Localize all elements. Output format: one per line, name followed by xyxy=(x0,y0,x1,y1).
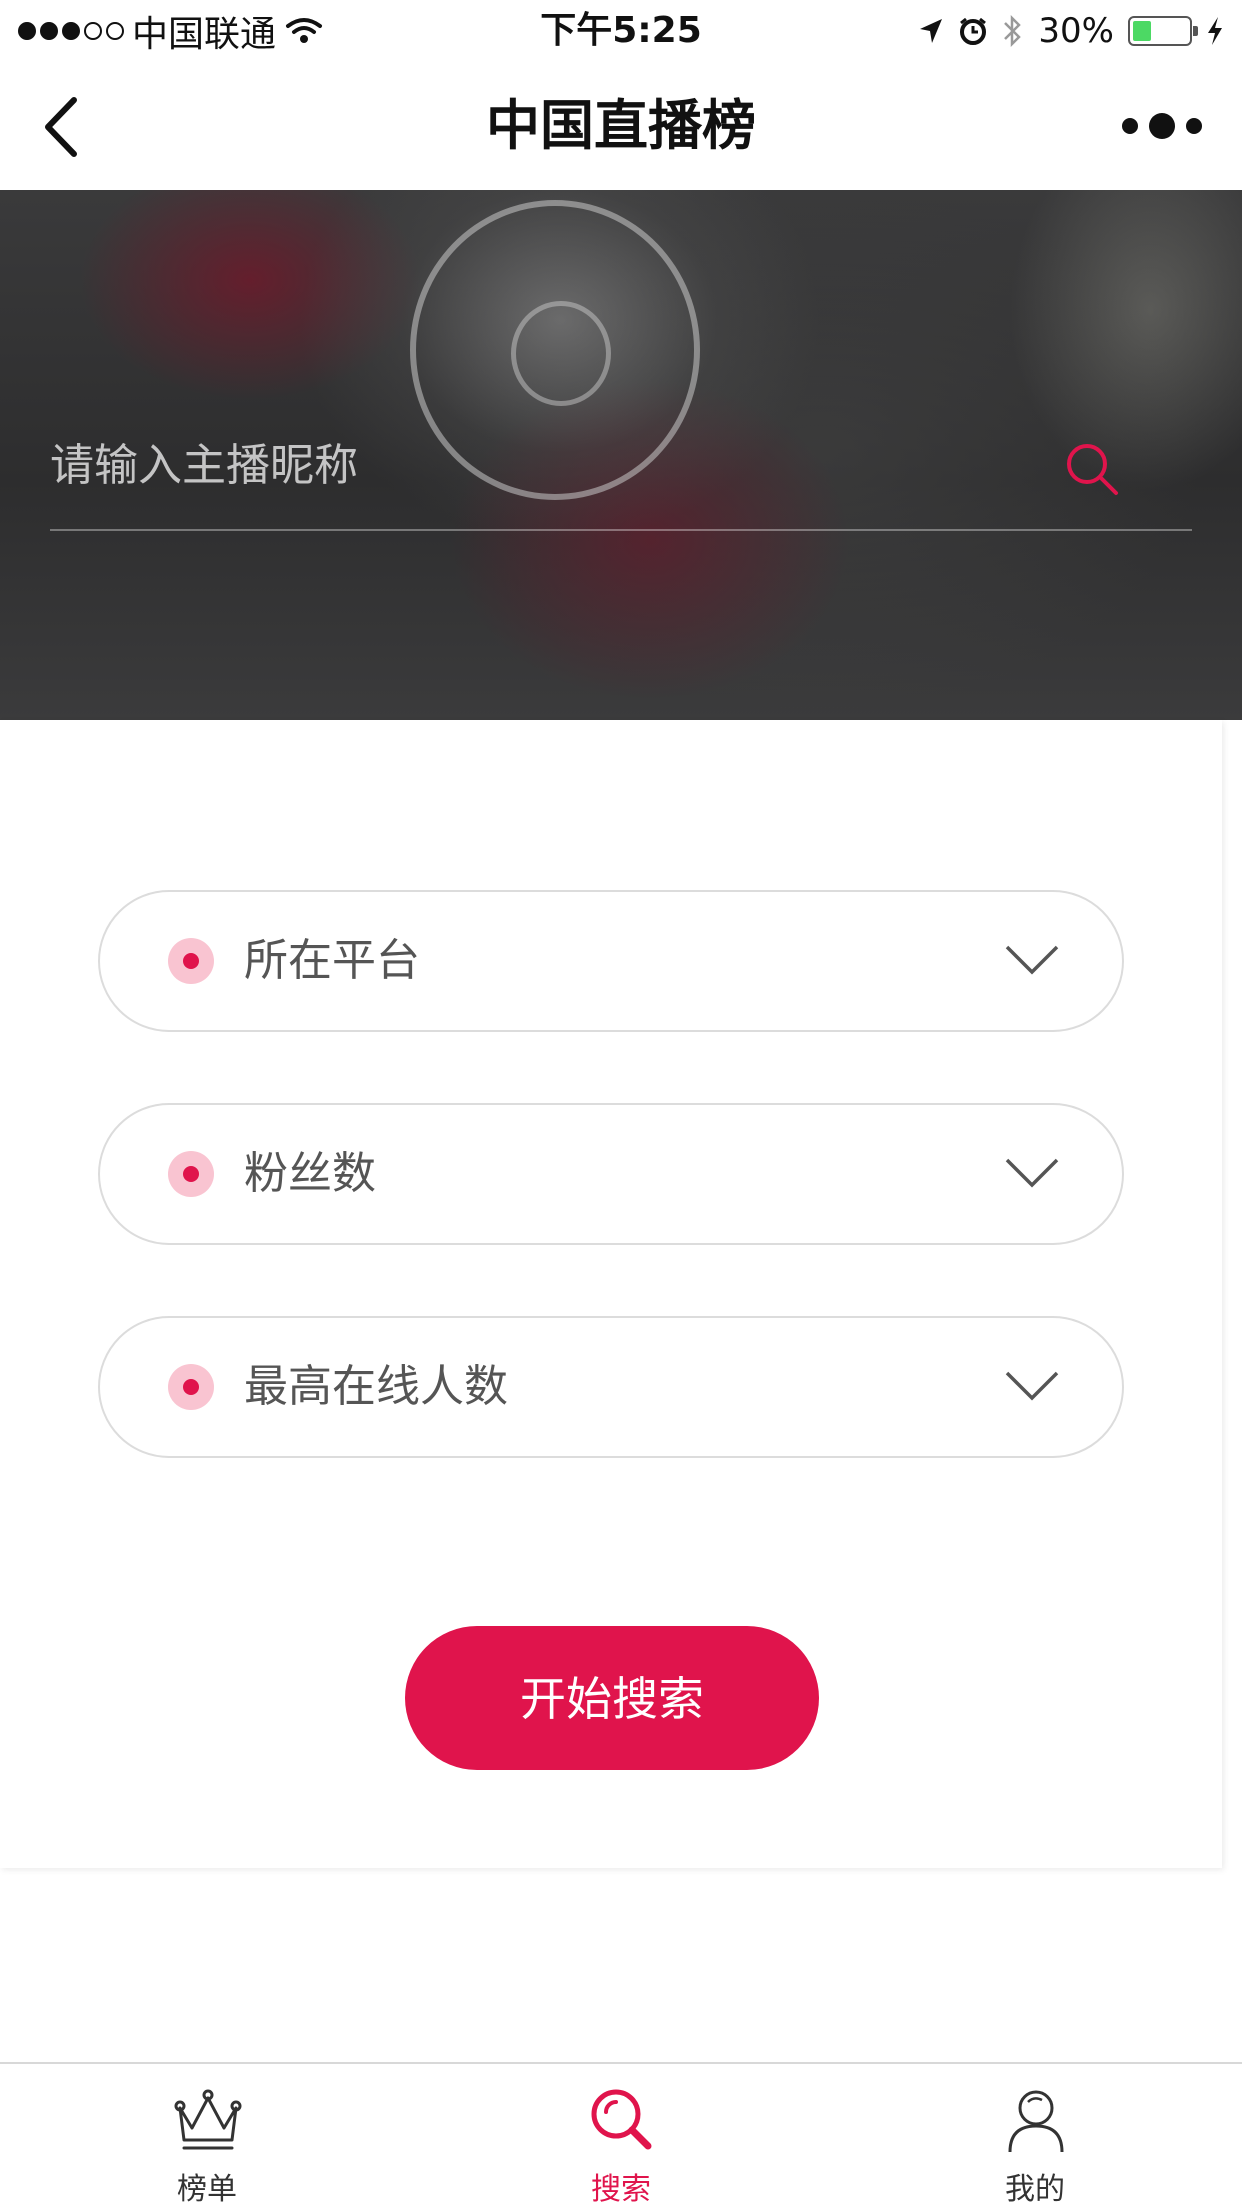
search-icon xyxy=(591,2089,652,2150)
navigation-bar: 中国直播榜 xyxy=(0,62,1242,190)
alarm-icon xyxy=(960,17,987,45)
tab-bar: 榜单 搜索 我的 xyxy=(0,2062,1242,2210)
peak-online-select[interactable]: 最高在线人数 xyxy=(98,1316,1124,1458)
status-bar: 中国联通 下午5:25 30% xyxy=(0,0,1242,62)
status-right: 30% xyxy=(918,8,1224,54)
chevron-down-icon xyxy=(1005,945,1059,975)
tab-search[interactable]: 搜索 xyxy=(414,2064,828,2210)
fans-count-select[interactable]: 粉丝数 xyxy=(98,1103,1124,1245)
search-icon[interactable] xyxy=(1062,439,1122,499)
select-label: 所在平台 xyxy=(244,935,420,986)
battery-icon xyxy=(1128,16,1198,46)
tab-mine[interactable]: 我的 xyxy=(828,2064,1242,2210)
bullet-icon xyxy=(168,938,214,984)
select-label: 粉丝数 xyxy=(244,1148,376,1199)
charging-icon xyxy=(1208,17,1222,45)
tab-label: 我的 xyxy=(1005,2172,1065,2207)
crown-icon xyxy=(174,2089,242,2150)
search-input[interactable] xyxy=(50,405,1030,525)
tab-label: 搜索 xyxy=(591,2172,651,2207)
tab-label: 榜单 xyxy=(177,2172,237,2207)
platform-select[interactable]: 所在平台 xyxy=(98,890,1124,1032)
user-icon xyxy=(1008,2090,1064,2153)
search-bar xyxy=(50,405,1192,531)
tab-ranking[interactable]: 榜单 xyxy=(0,2064,414,2210)
bullet-icon xyxy=(168,1364,214,1410)
location-icon xyxy=(920,19,943,43)
hero-banner xyxy=(0,190,1242,720)
chevron-down-icon xyxy=(1005,1158,1059,1188)
page-title: 中国直播榜 xyxy=(486,94,756,157)
select-label: 最高在线人数 xyxy=(244,1361,508,1412)
bullet-icon xyxy=(168,1151,214,1197)
more-dots-icon xyxy=(1122,118,1138,134)
more-button[interactable] xyxy=(1122,106,1202,146)
chevron-down-icon xyxy=(1005,1371,1059,1401)
start-search-button[interactable]: 开始搜索 xyxy=(405,1626,819,1770)
battery-percent: 30% xyxy=(1038,11,1114,51)
bluetooth-icon xyxy=(1004,14,1022,48)
